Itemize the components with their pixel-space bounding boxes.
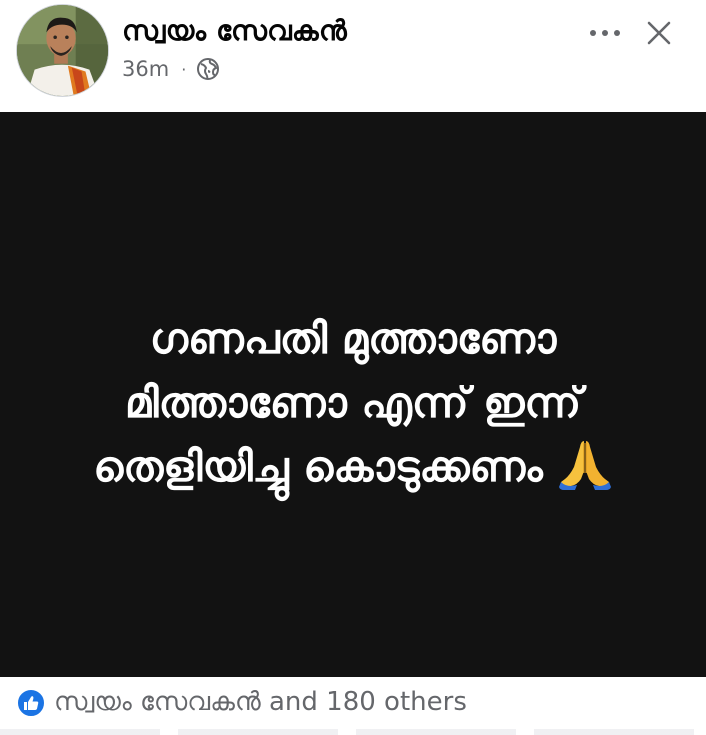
action-bar-placeholder (0, 729, 706, 735)
post-text-line: മിത്താണോ എന്ന് ഇന്ന് (124, 378, 582, 427)
post-text: ഗണപതി മുത്താണോ മിത്താണോ എന്ന് ഇന്ന് തെളി… (0, 307, 706, 499)
more-dot-icon (602, 30, 608, 36)
post-card: സ്വയം സേവകൻ 36m · ഗണപതി മുത്താണോ മിത്താണ… (0, 0, 706, 735)
post-timestamp[interactable]: 36m (122, 57, 169, 81)
post-image[interactable]: ഗണപതി മുത്താണോ മിത്താണോ എന്ന് ഇന്ന് തെളി… (0, 112, 706, 677)
reactions-bar: സ്വയം സേവകൻ and 180 others (0, 677, 706, 735)
reactions-summary[interactable]: സ്വയം സേവകൻ and 180 others (16, 687, 467, 718)
author-avatar[interactable] (16, 4, 109, 97)
avatar-photo (17, 5, 108, 96)
author-name[interactable]: സ്വയം സേവകൻ (122, 14, 347, 48)
close-icon (647, 21, 671, 45)
post-header: സ്വയം സേവകൻ 36m · (0, 0, 706, 112)
globe-icon (196, 57, 220, 81)
meta-separator: · (181, 59, 187, 79)
close-button[interactable] (642, 16, 676, 50)
post-text-line-content: തെളിയിച്ചു കൊടുക്കണം (93, 442, 543, 491)
post-text-line: ഗണപതി മുത്താണോ (149, 314, 557, 363)
post-meta: 36m · (122, 55, 220, 83)
more-options-button[interactable] (580, 18, 630, 48)
folded-hands-emoji (558, 441, 611, 490)
like-icon (16, 687, 46, 718)
more-dot-icon (590, 30, 596, 36)
post-text-line: തെളിയിച്ചു കൊടുക്കണം (0, 435, 706, 499)
more-dot-icon (614, 30, 620, 36)
reaction-text: സ്വയം സേവകൻ and 180 others (54, 687, 467, 717)
